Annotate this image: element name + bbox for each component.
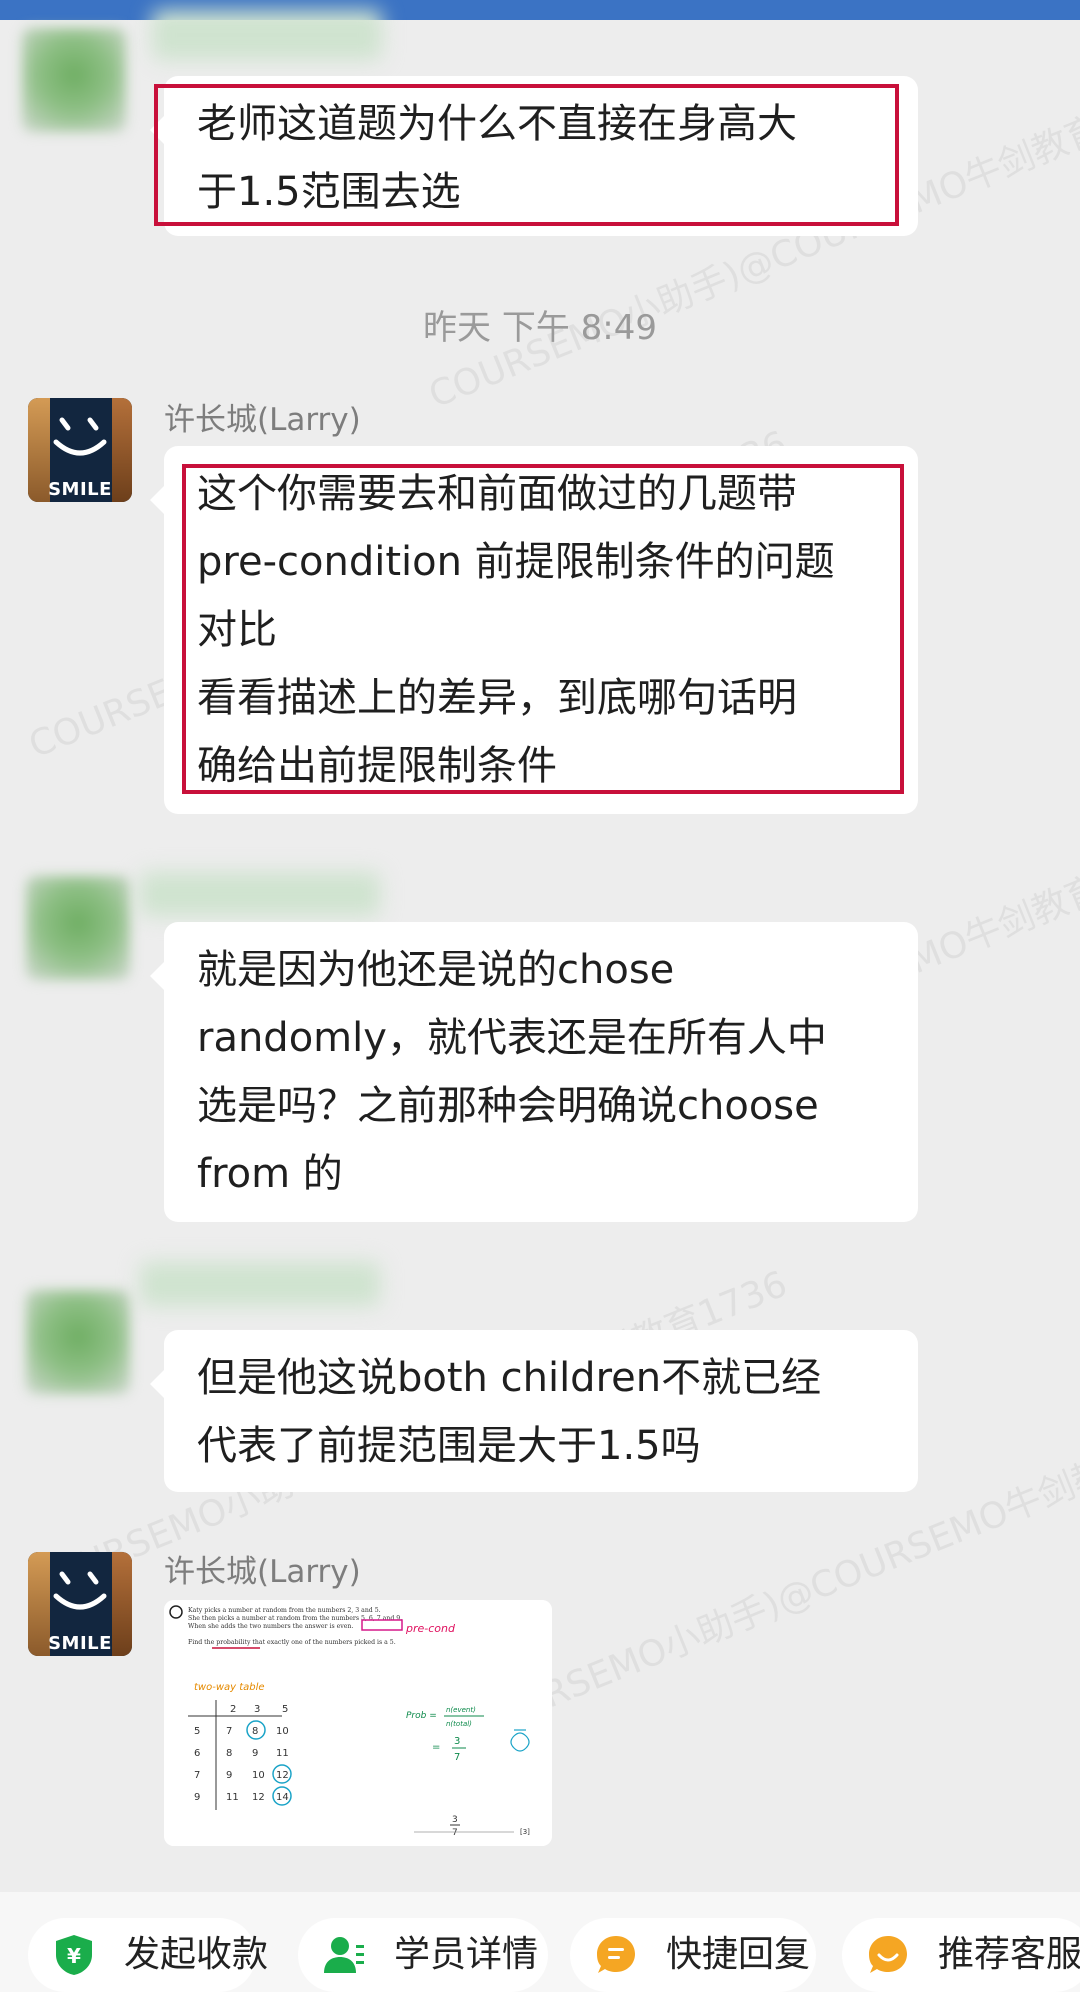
worksheet-image: Katy picks a number at random from the n…: [164, 1600, 552, 1846]
table-row-header: 9: [194, 1792, 200, 1803]
student-details-label: 学员详情: [394, 1934, 539, 1975]
collect-payment-button[interactable]: ¥ 发起收款: [28, 1918, 268, 1992]
message-bubble[interactable]: 就是因为他还是说的chose randomly，就代表还是在所有人中 选是吗？之…: [150, 922, 918, 1222]
highlight-box: [182, 464, 904, 794]
sender-name: 许长城(Larry): [164, 402, 361, 438]
sender-name: 许长城(Larry): [164, 1554, 361, 1590]
avatar[interactable]: SMILE: [28, 1552, 132, 1656]
table-header: 3: [254, 1704, 260, 1715]
problem-line: Find the probability that exactly one of…: [188, 1639, 396, 1646]
message-bubble[interactable]: 但是他这说both children不就已经 代表了前提范围是大于1.5吗: [150, 1330, 918, 1492]
student-icon: [324, 1937, 364, 1973]
sender-name-blurred: [140, 872, 380, 916]
time-separator: 昨天 下午 8:49: [423, 308, 657, 348]
table-cell: 10: [252, 1770, 265, 1781]
formula: =: [432, 1742, 440, 1753]
table-row-header: 5: [194, 1726, 200, 1737]
quick-reply-icon: [597, 1936, 635, 1973]
highlight-box: [154, 84, 899, 226]
table-cell: 10: [276, 1726, 289, 1737]
table-row-header: 6: [194, 1748, 200, 1759]
table-cell: 14: [276, 1792, 289, 1803]
svg-text:¥: ¥: [67, 1944, 81, 1968]
sender-name-blurred: [152, 10, 382, 60]
message-text: 但是他这说both children不就已经 代表了前提范围是大于1.5吗: [197, 1355, 822, 1469]
table-cell: 8: [252, 1726, 258, 1737]
table-cell: 8: [226, 1748, 232, 1759]
formula: n(total): [446, 1720, 472, 1728]
table-cell: 7: [226, 1726, 232, 1737]
table-cell: 11: [276, 1748, 289, 1759]
quick-reply-button[interactable]: 快捷回复: [570, 1918, 816, 1992]
table-header: 5: [282, 1704, 288, 1715]
payment-icon: ¥: [56, 1935, 92, 1975]
smile-face-icon: [53, 417, 107, 456]
collect-payment-label: 发起收款: [124, 1934, 269, 1975]
answer: 7: [452, 1828, 458, 1838]
quick-reply-label: 快捷回复: [666, 1934, 811, 1975]
avatar-text: SMILE: [48, 479, 112, 500]
avatar[interactable]: [26, 1290, 130, 1394]
recommend-service-button[interactable]: 推荐客服: [842, 1918, 1080, 1992]
marks-label: [3]: [520, 1828, 530, 1836]
avatar-text: SMILE: [48, 1633, 112, 1654]
answer: 3: [452, 1815, 458, 1825]
formula: Prob =: [406, 1711, 437, 1721]
problem-line: She then picks a number at random from t…: [188, 1615, 402, 1622]
avatar[interactable]: [26, 876, 130, 980]
avatar[interactable]: SMILE: [28, 398, 132, 502]
table-header: 2: [230, 1704, 236, 1715]
table-row-header: 7: [194, 1770, 200, 1781]
table-cell: 12: [276, 1770, 289, 1781]
recommend-service-label: 推荐客服: [938, 1934, 1080, 1975]
sender-name-blurred: [140, 1262, 380, 1306]
table-cell: 9: [252, 1748, 258, 1759]
message-text: 就是因为他还是说的chose randomly，就代表还是在所有人中 选是吗？之…: [197, 947, 827, 1197]
image-message[interactable]: Katy picks a number at random from the n…: [164, 1600, 552, 1846]
table-cell: 9: [226, 1770, 232, 1781]
avatar[interactable]: [22, 28, 126, 132]
formula: 3: [454, 1736, 460, 1747]
smile-face-icon: [53, 1571, 107, 1610]
student-details-button[interactable]: 学员详情: [298, 1918, 548, 1992]
formula: 7: [454, 1752, 460, 1763]
annotation: two-way table: [194, 1682, 265, 1693]
annotation: pre-cond: [405, 1622, 456, 1635]
problem-line: Katy picks a number at random from the n…: [188, 1607, 381, 1614]
formula: n(event): [446, 1706, 476, 1714]
table-cell: 12: [252, 1792, 265, 1803]
recommend-service-icon: [869, 1936, 907, 1973]
table-cell: 11: [226, 1792, 239, 1803]
problem-line: When she adds the two numbers the answer…: [188, 1623, 353, 1630]
